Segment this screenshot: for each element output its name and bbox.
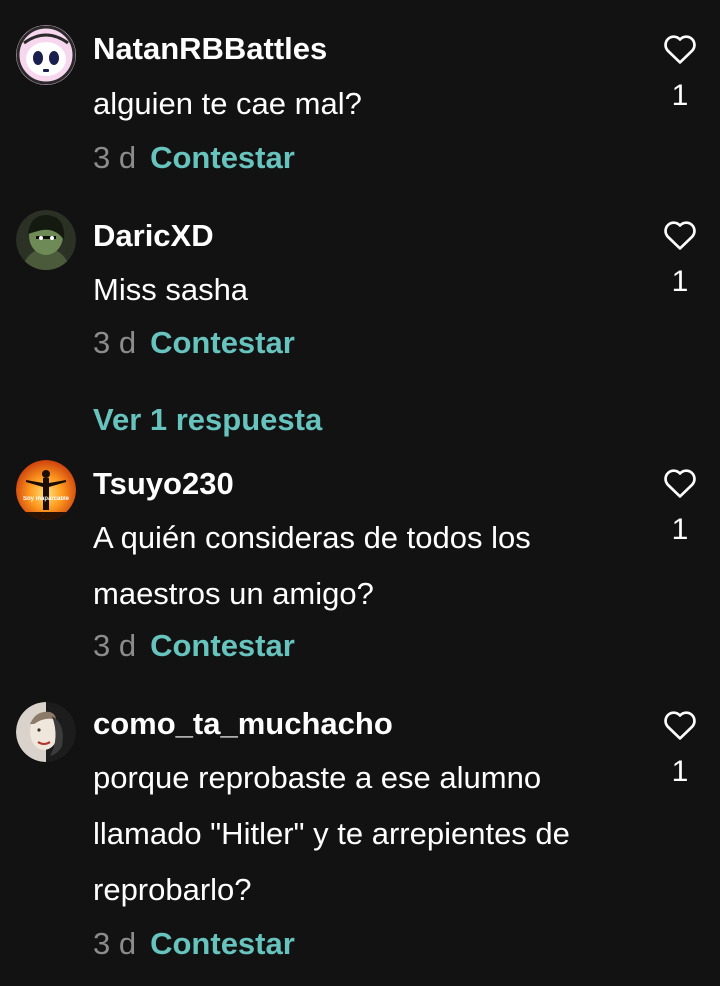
comment-username[interactable]: DaricXD [93, 218, 214, 254]
like-count: 1 [671, 755, 689, 788]
comment-meta: 3 d Contestar [93, 325, 295, 361]
comment-time: 3 d [93, 926, 137, 961]
comment-text: alguien te cae mal? [93, 86, 362, 121]
reply-button[interactable]: Contestar [150, 325, 295, 360]
comment-item: DaricXD Miss sasha 3 d Contestar 1 [0, 190, 720, 390]
avatar-caption: Soy inaparcable [22, 496, 70, 502]
like-count: 1 [671, 513, 689, 546]
comment-time: 3 d [93, 325, 137, 360]
reply-button[interactable]: Contestar [150, 140, 295, 175]
comment-time: 3 d [93, 140, 137, 175]
user-avatar-image [16, 25, 76, 85]
comment-meta: 3 d Contestar [93, 140, 295, 176]
comment-item: NatanRBBattles alguien te cae mal? 3 d Co… [0, 0, 720, 190]
comment-text: Miss sasha [93, 272, 249, 307]
like-button[interactable]: 1 [662, 709, 698, 789]
heart-outline-icon [664, 711, 696, 740]
avatar[interactable] [16, 210, 76, 270]
comment-username[interactable]: NatanRBBattles [93, 31, 327, 67]
comment-item: como_ta_muchacho porque reprobaste a ese… [0, 690, 720, 986]
comment-meta: 3 d Contestar [93, 628, 295, 664]
heart-outline-icon [664, 469, 696, 498]
user-avatar-image [16, 460, 76, 520]
user-avatar-image [16, 210, 76, 270]
heart-outline-icon [664, 221, 696, 250]
comment-username[interactable]: Tsuyo230 [93, 466, 234, 502]
comment-item: Soy inaparcable Tsuyo230 A quién conside… [0, 450, 720, 690]
comment-text: porque reprobaste a ese alumno llamado "… [93, 760, 570, 907]
avatar[interactable]: Soy inaparcable [16, 460, 76, 520]
like-button[interactable]: 1 [662, 33, 698, 113]
like-button[interactable]: 1 [662, 219, 698, 299]
reply-button[interactable]: Contestar [150, 628, 295, 663]
comment-time: 3 d [93, 628, 137, 663]
like-count: 1 [671, 265, 689, 298]
avatar[interactable] [16, 702, 76, 762]
comment-text: A quién consideras de todos los maestros… [93, 520, 531, 611]
view-replies-button[interactable]: Ver 1 respuesta [93, 402, 322, 438]
avatar[interactable] [16, 25, 76, 85]
like-button[interactable]: 1 [662, 467, 698, 547]
comment-username[interactable]: como_ta_muchacho [93, 706, 393, 742]
like-count: 1 [671, 79, 689, 112]
heart-outline-icon [664, 35, 696, 64]
comment-meta: 3 d Contestar [93, 926, 295, 962]
user-avatar-image [16, 702, 76, 762]
reply-button[interactable]: Contestar [150, 926, 295, 961]
